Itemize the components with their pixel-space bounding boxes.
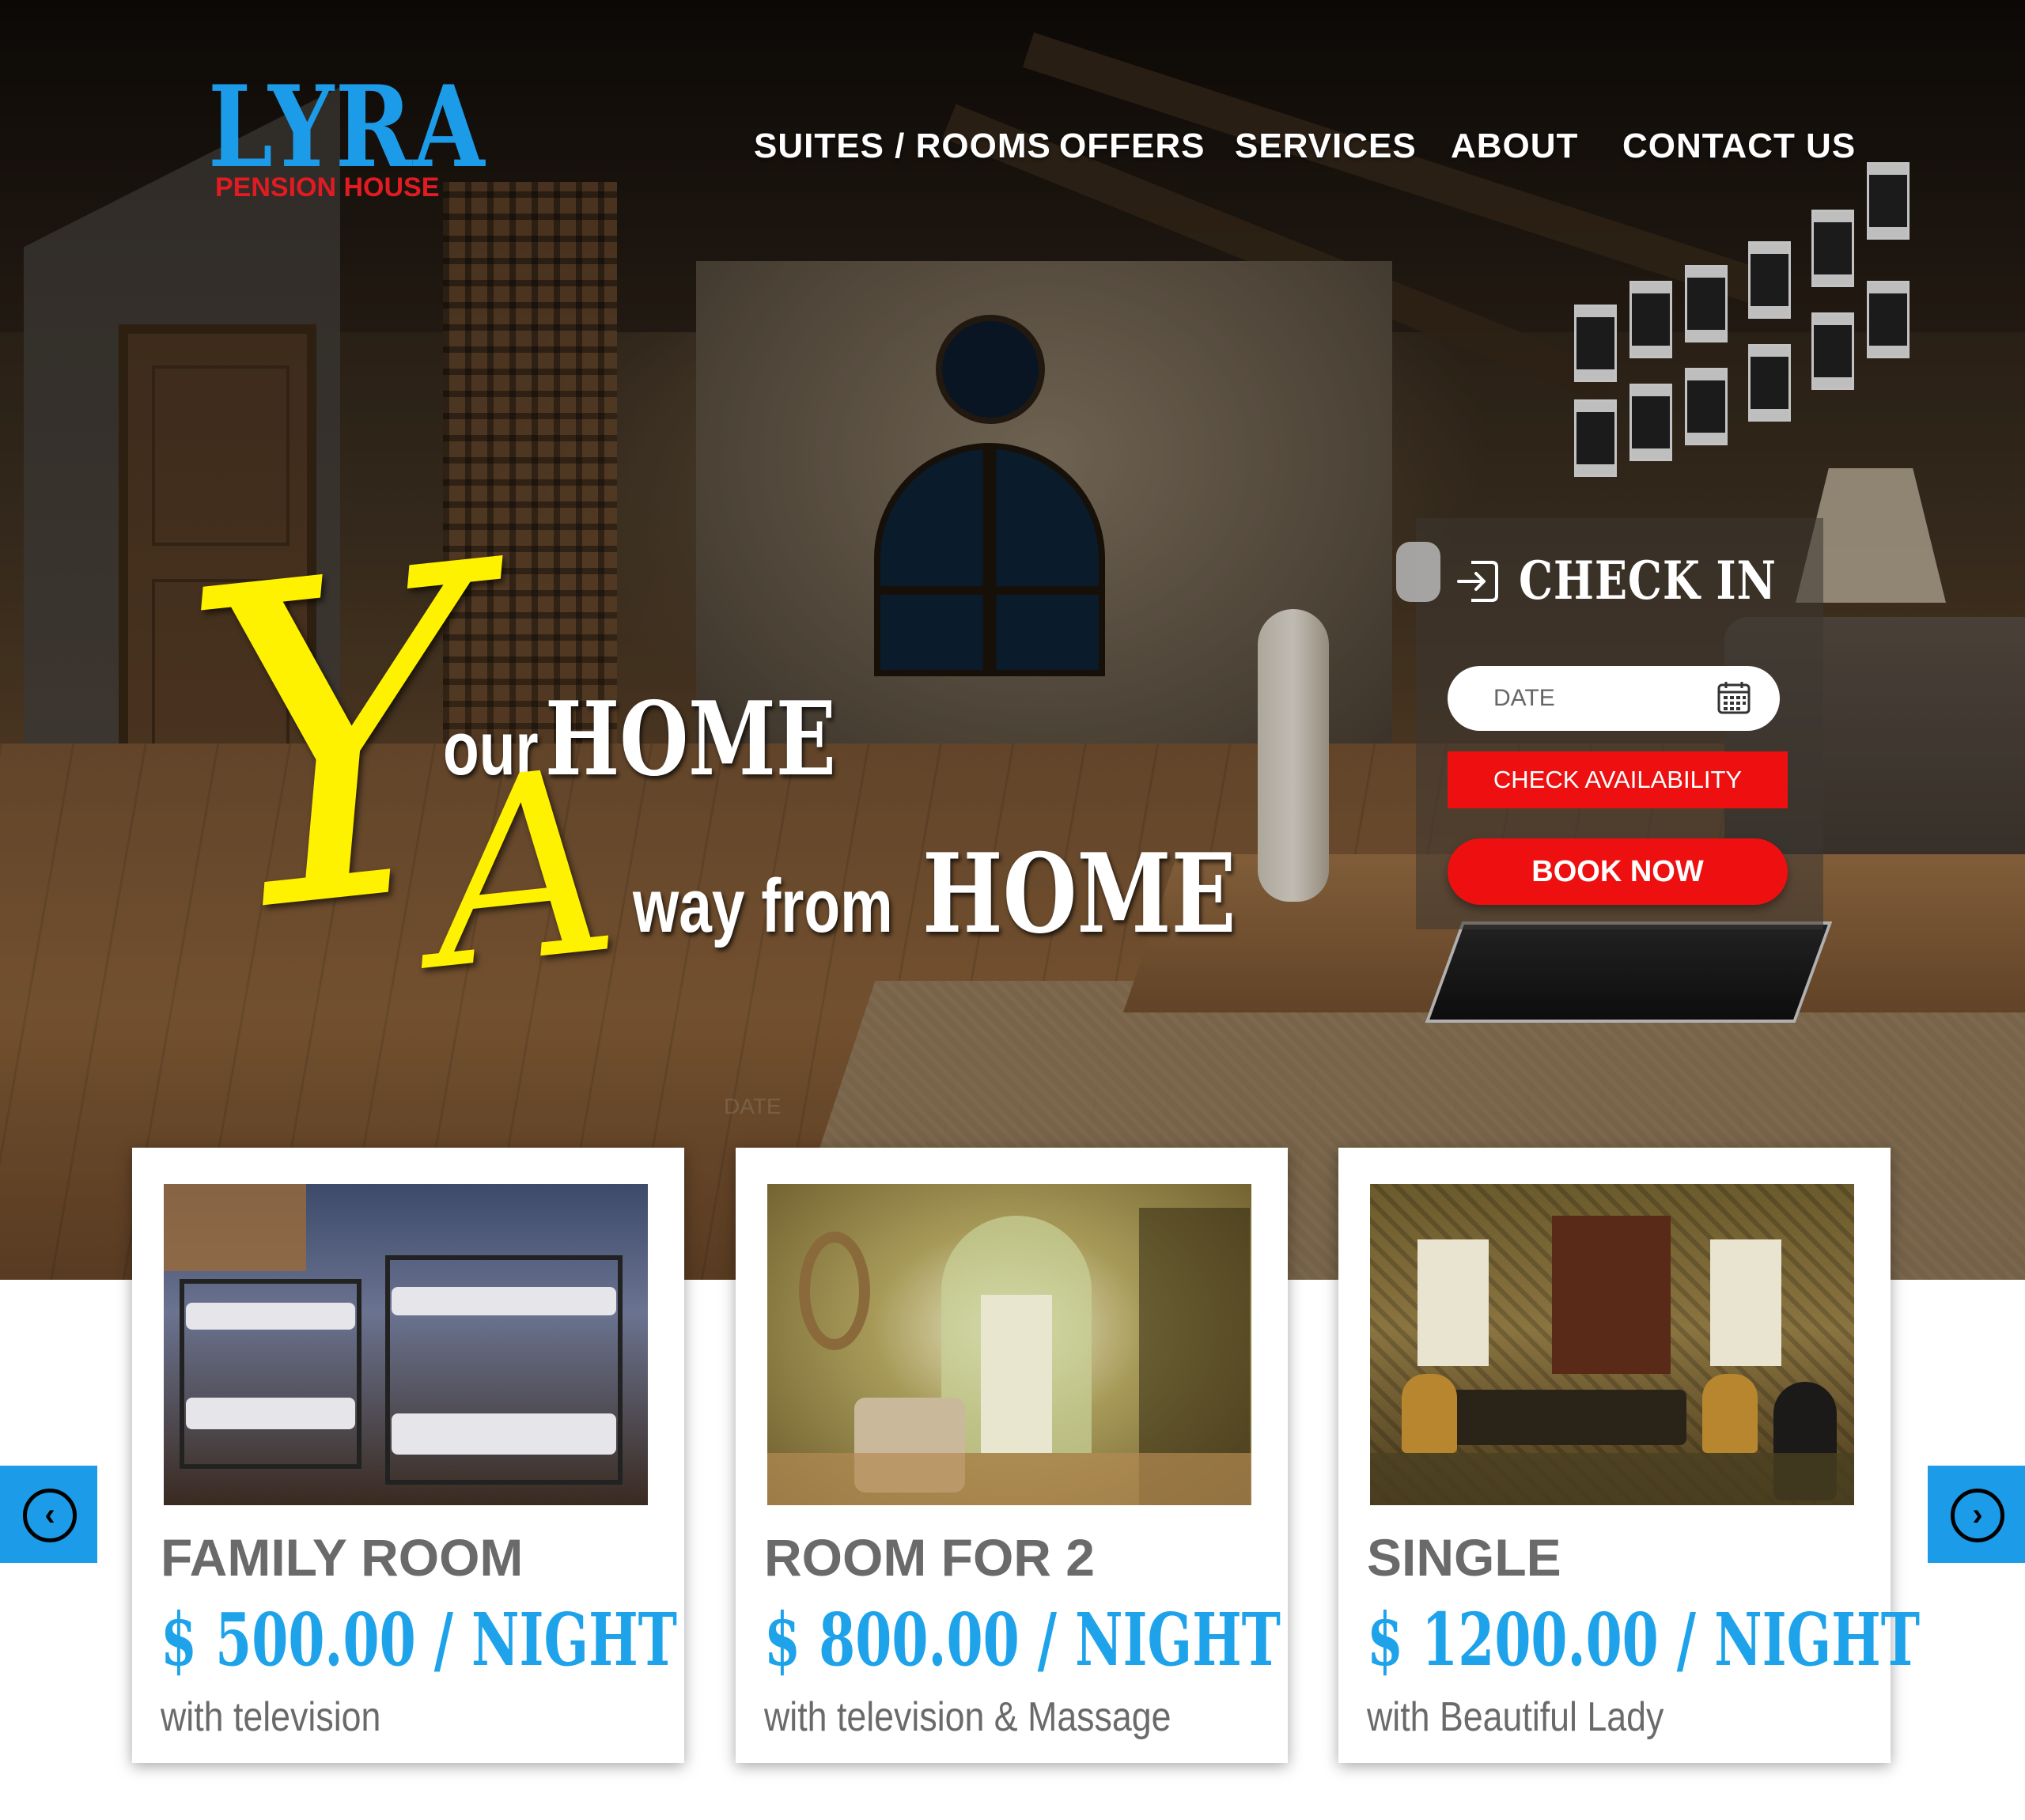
- room-card-single[interactable]: SINGLE $ 1200.00 / NIGHT with Beautiful …: [1338, 1148, 1920, 1763]
- room-name: ROOM FOR 2: [764, 1528, 1096, 1587]
- room-card-family[interactable]: FAMILY ROOM $ 500.00 / NIGHT with televi…: [132, 1148, 684, 1763]
- room-card-room-for-2[interactable]: ROOM FOR 2 $ 800.00 / NIGHT with televis…: [736, 1148, 1288, 1763]
- checkin-title: CHECK IN: [1519, 550, 1777, 611]
- nav-item-about[interactable]: ABOUT: [1451, 127, 1578, 166]
- nav-item-contact-us[interactable]: CONTACT US: [1622, 127, 1856, 166]
- checkin-panel: CHECK IN DATE CHECK AVAILABILITY BOOK NO…: [1396, 518, 1823, 929]
- room-name: FAMILY ROOM: [161, 1528, 524, 1587]
- headline-line-2-sans: way from: [633, 864, 893, 948]
- panel-handle: [1396, 542, 1440, 602]
- nav-item-services[interactable]: SERVICES: [1235, 127, 1417, 166]
- headline-script-initial-2: A: [416, 713, 629, 1027]
- chevron-right-icon: ›: [1951, 1489, 2004, 1542]
- carousel-prev-button[interactable]: ‹: [0, 1466, 97, 1563]
- room-photo-single: [1370, 1184, 1854, 1505]
- room-price: $ 500.00 / NIGHT: [161, 1597, 677, 1682]
- login-icon: [1457, 561, 1498, 602]
- room-description: with Beautiful Lady: [1367, 1694, 1664, 1740]
- check-availability-button[interactable]: CHECK AVAILABILITY: [1448, 751, 1788, 808]
- room-photo-room-for-2: [767, 1184, 1251, 1505]
- checkin-date-input[interactable]: DATE: [1448, 666, 1780, 731]
- room-description: with television & Massage: [764, 1694, 1171, 1740]
- room-name: SINGLE: [1367, 1528, 1561, 1587]
- chevron-left-icon: ‹: [23, 1489, 77, 1542]
- book-now-button[interactable]: BOOK NOW: [1448, 838, 1788, 905]
- headline-line-2: way from HOME: [633, 829, 1324, 958]
- date-placeholder: DATE: [1493, 685, 1555, 711]
- room-price: $ 800.00 / NIGHT: [764, 1597, 1281, 1682]
- ghost-date-label: DATE: [724, 1094, 782, 1118]
- room-price: $ 1200.00 / NIGHT: [1367, 1597, 1921, 1682]
- main-nav: SUITES / ROOMS OFFERS SERVICES ABOUT CON…: [0, 127, 2025, 174]
- calendar-icon[interactable]: [1717, 680, 1751, 715]
- nav-item-offers[interactable]: OFFERS: [1059, 127, 1205, 166]
- headline-line-2-serif: HOME: [922, 829, 1236, 958]
- nav-item-suites-rooms[interactable]: SUITES / ROOMS: [754, 127, 1051, 166]
- room-photo-family: [164, 1184, 648, 1505]
- room-description: with television: [161, 1694, 381, 1740]
- carousel-next-button[interactable]: ›: [1928, 1466, 2025, 1563]
